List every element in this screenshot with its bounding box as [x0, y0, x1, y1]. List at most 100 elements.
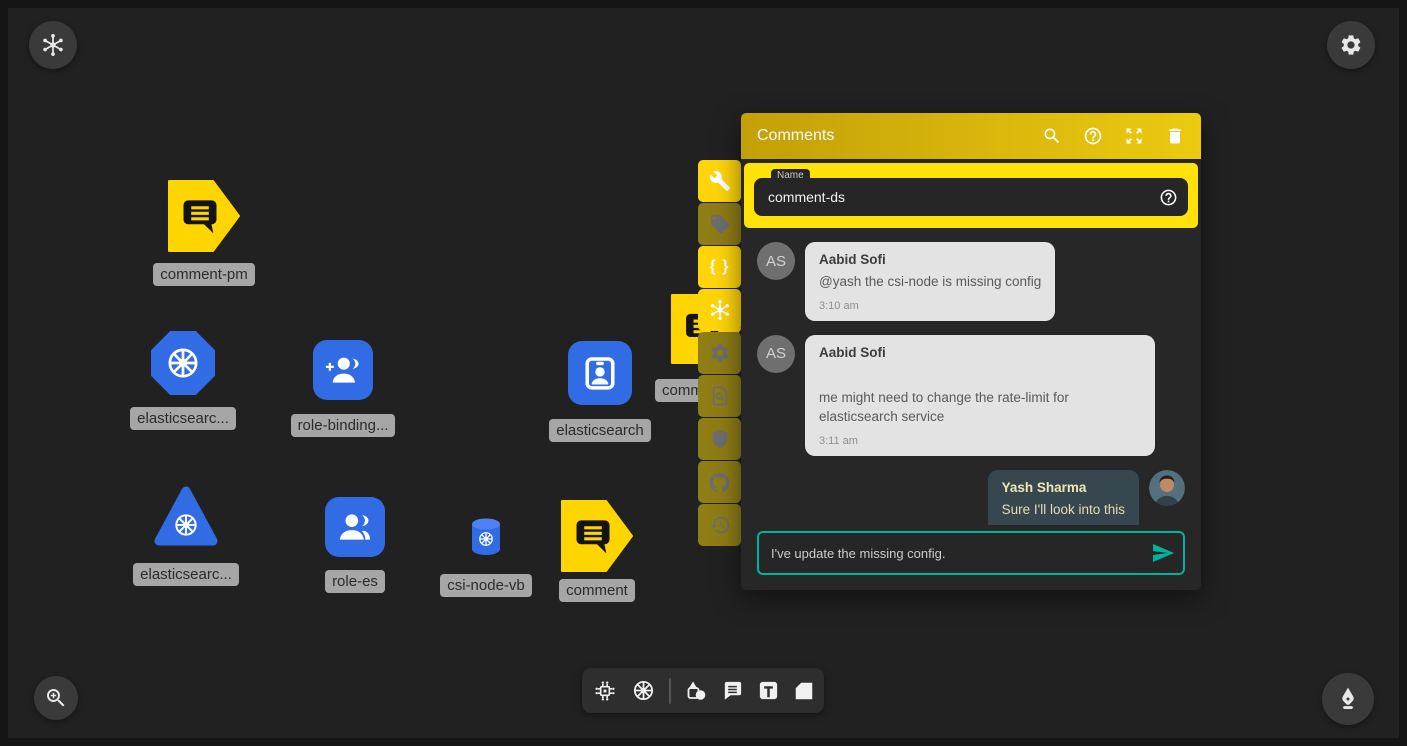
dock-snowflake-button[interactable]: [698, 289, 741, 331]
dock-history-button[interactable]: [698, 504, 741, 546]
node-label: role-es: [325, 570, 385, 593]
text-tool-icon: [757, 679, 780, 702]
kubernetes-wheel-icon: [151, 331, 215, 395]
toolbar-divider: [669, 678, 671, 704]
shape-toolbar: [582, 668, 824, 713]
gear-icon: [709, 342, 731, 364]
design-node-tool-button[interactable]: [592, 678, 618, 704]
node-label: csi-node-vb: [440, 574, 532, 597]
comment-input[interactable]: [757, 531, 1185, 575]
node-elasticsearch-octagon[interactable]: elasticsearc...: [151, 331, 215, 430]
node-role-es[interactable]: role-es: [325, 497, 385, 593]
message-author: Yash Sharma: [1002, 480, 1125, 495]
message-author: Aabid Sofi: [819, 345, 1141, 360]
name-field-section: Name: [744, 163, 1198, 228]
wrench-icon: [709, 170, 731, 192]
node-csi-node-vb[interactable]: csi-node-vb: [468, 517, 504, 597]
kanvas-flower-icon: [40, 32, 66, 58]
panel-title: Comments: [757, 127, 1042, 145]
message-time: 3:10 am: [819, 300, 1041, 312]
panel-search-button[interactable]: [1042, 126, 1062, 146]
dock-settings-button[interactable]: [698, 332, 741, 374]
settings-button[interactable]: [1327, 21, 1375, 69]
tag-icon: [709, 213, 731, 235]
history-icon: [709, 514, 731, 536]
comment-composer: [757, 531, 1185, 575]
node-action-dock: { }: [698, 160, 741, 546]
search-icon: [1042, 126, 1062, 146]
snowflake-icon: [708, 298, 732, 322]
pen-mode-button[interactable]: [1322, 673, 1374, 725]
person-add-icon: [313, 340, 373, 400]
note-tool-button[interactable]: [793, 680, 815, 702]
braces-icon: { }: [710, 258, 730, 276]
shield-icon: [709, 428, 731, 450]
shapes-icon: [684, 679, 708, 703]
message-text: Sure I'll look into this: [1002, 500, 1125, 520]
message-author: Aabid Sofi: [819, 252, 1041, 267]
comment-tool-button[interactable]: [721, 679, 744, 702]
dock-doc-search-button[interactable]: [698, 375, 741, 417]
help-icon: [1083, 126, 1103, 146]
avatar-initials: AS: [757, 242, 795, 280]
node-comment-pm[interactable]: comment-pm: [168, 180, 240, 286]
document-search-icon: [709, 385, 731, 407]
node-comment[interactable]: comment: [561, 500, 633, 602]
dock-wrench-button[interactable]: [698, 160, 741, 202]
panel-delete-button[interactable]: [1165, 126, 1185, 146]
node-label: elasticsearc...: [133, 563, 239, 586]
text-tool-button[interactable]: [757, 679, 780, 702]
avatar-photo: [1149, 470, 1185, 506]
send-icon: [1151, 541, 1175, 565]
message-text: @yash the csi-node is missing config: [819, 272, 1041, 292]
expand-icon: [1124, 126, 1144, 146]
node-elasticsearch-triangle[interactable]: elasticsearc...: [154, 485, 218, 586]
kanvas-logo-button[interactable]: [29, 21, 77, 69]
comment-message: Yash Sharma Sure I'll look into this 3:2…: [757, 470, 1185, 525]
help-circle-icon: [1159, 188, 1178, 207]
comment-icon: [721, 679, 744, 702]
zoom-in-icon: [44, 686, 68, 710]
kubernetes-wheel-icon: [154, 485, 218, 549]
comment-thread: AS Aabid Sofi @yash the csi-node is miss…: [741, 228, 1201, 525]
comment-bubble-icon: [561, 500, 633, 572]
send-button[interactable]: [1151, 541, 1175, 565]
comments-panel-header: Comments: [741, 113, 1201, 159]
node-label: role-binding...: [291, 414, 396, 437]
kubernetes-icon: [631, 678, 656, 703]
dock-github-button[interactable]: [698, 461, 741, 503]
kubernetes-tool-button[interactable]: [631, 678, 656, 703]
message-text: me might need to change the rate-limit f…: [819, 388, 1141, 427]
name-field-label: Name: [771, 169, 810, 183]
shapes-tool-button[interactable]: [684, 679, 708, 703]
name-input[interactable]: [754, 189, 1159, 205]
dock-shield-button[interactable]: [698, 418, 741, 460]
trash-icon: [1165, 126, 1185, 146]
people-icon: [325, 497, 385, 557]
dock-tag-button[interactable]: [698, 203, 741, 245]
node-label: comment-pm: [153, 263, 255, 286]
node-label: elasticsearch: [549, 419, 651, 442]
name-help-button[interactable]: [1159, 188, 1178, 207]
comments-panel: Comments Name AS Aabid Sofi @yash the cs…: [741, 113, 1201, 590]
panel-help-button[interactable]: [1083, 126, 1103, 146]
node-elasticsearch-serviceaccount[interactable]: elasticsearch: [568, 341, 632, 442]
design-node-icon: [592, 678, 618, 704]
panel-expand-button[interactable]: [1124, 126, 1144, 146]
node-role-binding[interactable]: role-binding...: [313, 340, 373, 437]
node-label: elasticsearc...: [130, 407, 236, 430]
pen-nib-icon: [1335, 686, 1361, 712]
note-icon: [793, 680, 815, 702]
comment-message: AS Aabid Sofi @yash the csi-node is miss…: [757, 242, 1185, 321]
id-badge-icon: [568, 341, 632, 405]
comment-bubble-icon: [168, 180, 240, 252]
gear-icon: [1339, 33, 1363, 57]
github-icon: [708, 471, 731, 494]
zoom-button[interactable]: [34, 676, 78, 720]
avatar-initials: AS: [757, 335, 795, 373]
kubernetes-cylinder-icon: [468, 517, 504, 557]
message-time: 3:11 am: [819, 435, 1141, 447]
dock-braces-button[interactable]: { }: [698, 246, 741, 288]
node-label: comment: [559, 579, 635, 602]
comment-message: AS Aabid Sofi me might need to change th…: [757, 335, 1185, 456]
